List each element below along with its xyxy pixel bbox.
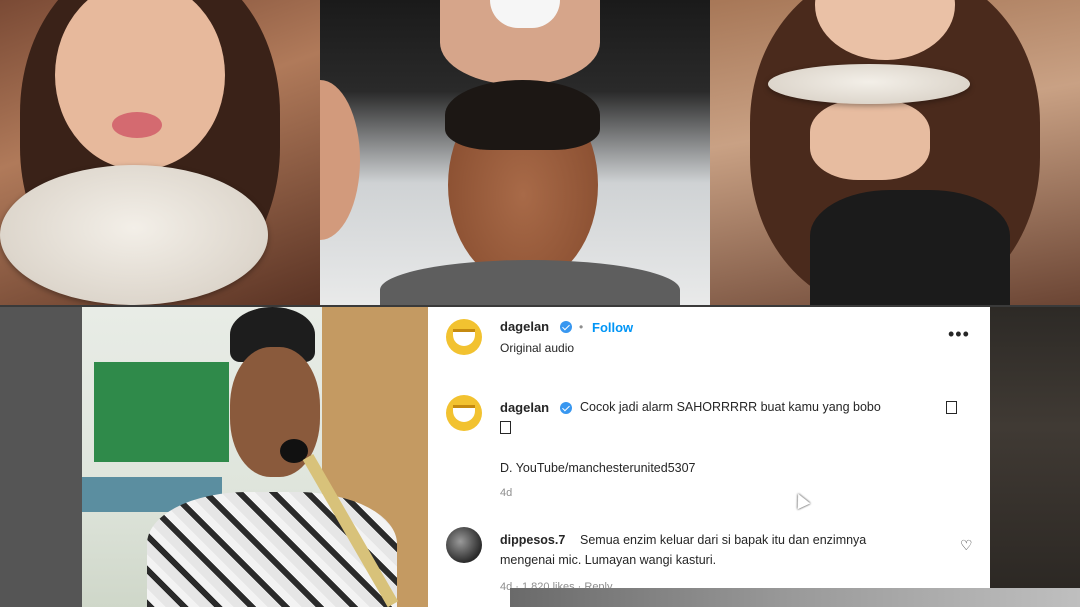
mouth xyxy=(112,112,162,138)
caption-time: 4d xyxy=(500,487,513,499)
video-panel-right xyxy=(710,0,1080,305)
green-window xyxy=(94,362,229,462)
caption-username[interactable]: dagelan xyxy=(500,400,549,415)
instagram-post-panel: dagelan • Follow Original audio ••• dage… xyxy=(428,307,990,607)
author-avatar[interactable] xyxy=(446,319,482,355)
top xyxy=(810,190,1010,305)
separator: • xyxy=(579,320,584,334)
emoji-placeholder-icon xyxy=(500,421,511,434)
hand xyxy=(320,80,360,240)
author-username[interactable]: dagelan xyxy=(500,319,549,334)
plate xyxy=(768,64,970,104)
hands xyxy=(810,100,930,180)
mosque-scene xyxy=(82,307,428,607)
mouse-cursor-icon xyxy=(791,490,811,510)
man-hair xyxy=(445,80,600,150)
more-dots-icon[interactable]: ••• xyxy=(948,325,970,343)
side-bar xyxy=(0,307,82,607)
video-collage xyxy=(0,0,1080,305)
commenter-avatar[interactable] xyxy=(446,527,482,563)
shirt xyxy=(380,260,680,305)
emoji-placeholder-icon xyxy=(946,401,957,414)
video-panel-middle xyxy=(320,0,710,305)
heart-icon[interactable]: ♡ xyxy=(960,537,973,554)
comment-text-line1: Semua enzim keluar dari si bapak itu dan… xyxy=(580,533,867,547)
caption-source: D. YouTube/manchesterunited5307 xyxy=(500,461,696,475)
verified-icon xyxy=(560,321,572,333)
bottom-strip xyxy=(510,588,1080,607)
video-panel-bottom-right xyxy=(990,307,1080,607)
comment-username[interactable]: dippesos.7 xyxy=(500,533,565,547)
caption-text: Cocok jadi alarm SAHORRRRR buat kamu yan… xyxy=(580,400,881,414)
verified-icon xyxy=(560,402,572,414)
comment-text-line2: mengenai mic. Lumayan wangi kasturi. xyxy=(500,553,717,567)
audio-label[interactable]: Original audio xyxy=(500,341,574,355)
plate xyxy=(0,165,268,305)
follow-button[interactable]: Follow xyxy=(592,320,633,335)
video-panel-left xyxy=(0,0,320,305)
caption-avatar[interactable] xyxy=(446,395,482,431)
video-panel-bottom-left xyxy=(0,307,428,607)
